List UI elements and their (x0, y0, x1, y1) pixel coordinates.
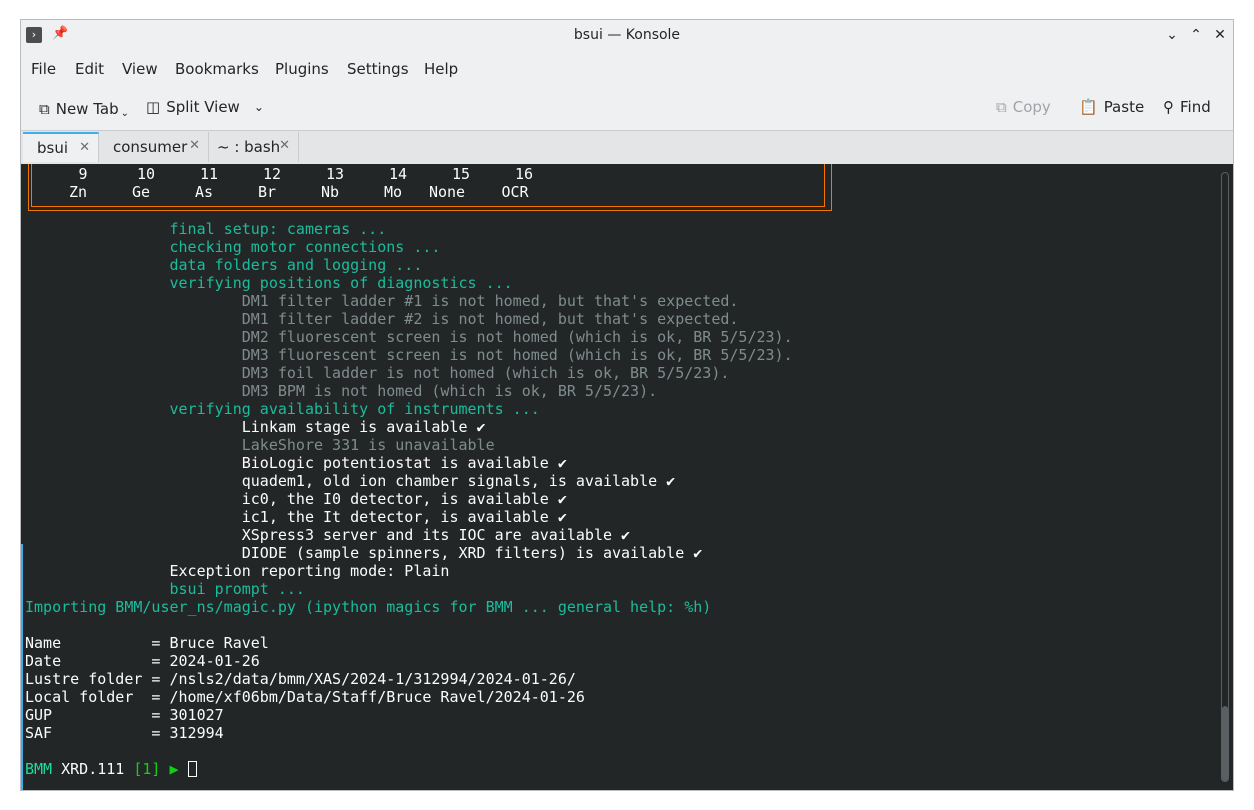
terminal-line: XSpress3 server and its IOC are availabl… (25, 526, 631, 544)
menu-edit[interactable]: Edit (75, 60, 104, 78)
terminal-line: Local folder = /home/xf06bm/Data/Staff/B… (25, 688, 585, 706)
terminal-line: Linkam stage is available ✔ (25, 418, 486, 436)
terminal-line: LakeShore 331 is unavailable (25, 436, 495, 454)
terminal-line: ic1, the It detector, is available ✔ (25, 508, 567, 526)
terminal-line: DM3 foil ladder is not homed (which is o… (25, 364, 730, 382)
tab-label: ~ : bash (217, 138, 281, 156)
paste-button[interactable]: 📋 Paste (1079, 98, 1144, 116)
split-view-label: Split View (166, 98, 240, 116)
element-symbol: None (428, 183, 466, 201)
close-tab-icon[interactable]: ✕ (79, 140, 90, 155)
scrollbar[interactable] (1221, 172, 1229, 782)
terminal-line: Date = 2024-01-26 (25, 652, 260, 670)
terminal-line: Importing BMM/user_ns/magic.py (ipython … (25, 598, 712, 616)
paste-icon: 📋 (1079, 98, 1098, 116)
tab-bar: bsui ✕ consumer ✕ ~ : bash ✕ (21, 131, 1233, 164)
window-title: bsui — Konsole (573, 27, 681, 43)
text-cursor[interactable] (187, 761, 197, 777)
element-symbol: Nb (320, 183, 340, 201)
find-button[interactable]: ⚲ Find (1163, 98, 1211, 116)
terminal-line: Lustre folder = /nsls2/data/bmm/XAS/2024… (25, 670, 576, 688)
tab-consumer[interactable]: consumer ✕ (99, 132, 209, 162)
new-tab-dropdown-icon: ⌄ (120, 108, 129, 119)
close-tab-icon[interactable]: ✕ (189, 138, 200, 153)
terminal-line: DM3 fluorescent screen is not homed (whi… (25, 346, 793, 364)
split-view-icon: ◫ (146, 98, 161, 116)
paste-label: Paste (1103, 98, 1145, 116)
find-label: Find (1180, 98, 1211, 116)
menu-help[interactable]: Help (424, 60, 458, 78)
element-symbol: Br (257, 183, 277, 201)
element-number: 15 (451, 165, 471, 183)
element-symbol: Zn (68, 183, 88, 201)
prompt-profile: BMM (25, 760, 53, 778)
terminal-line: verifying availability of instruments ..… (25, 400, 540, 418)
copy-button[interactable]: ⧉ Copy (996, 98, 1051, 116)
terminal-line: Exception reporting mode: Plain (25, 562, 450, 580)
element-number: 13 (325, 165, 345, 183)
title-bar[interactable]: › 📌 bsui — Konsole ⌄ ⌃ ✕ (21, 20, 1233, 52)
copy-icon: ⧉ (996, 98, 1007, 116)
maximize-icon[interactable]: ⌃ (1187, 26, 1205, 44)
terminal-line: verifying positions of diagnostics ... (25, 274, 513, 292)
element-number: 16 (514, 165, 534, 183)
element-number: 9 (78, 165, 88, 183)
prompt-line: BMM XRD.111 [1] ▶ (25, 760, 197, 778)
element-number: 14 (388, 165, 408, 183)
scrollbar-thumb[interactable] (1222, 706, 1228, 781)
terminal-line: SAF = 312994 (25, 724, 224, 742)
new-tab-label: New Tab (55, 99, 119, 118)
prompt-counter: [1] (133, 760, 161, 778)
terminal-line: DM1 filter ladder #2 is not homed, but t… (25, 310, 739, 328)
split-view-chevron-icon: ⌄ (253, 100, 264, 114)
minimize-icon[interactable]: ⌄ (1163, 26, 1181, 44)
terminal-view[interactable]: 9 10 11 12 13 14 15 16 Zn Ge As Br Nb Mo… (21, 164, 1233, 790)
menu-bookmarks[interactable]: Bookmarks (175, 60, 259, 78)
terminal-line: quadem1, old ion chamber signals, is ava… (25, 472, 676, 490)
terminal-output: final setup: cameras ... checking motor … (25, 220, 793, 760)
new-tab-icon: ⧉ (39, 99, 50, 118)
tab-label: consumer (113, 138, 188, 156)
selection-marker (21, 544, 23, 790)
tab-bsui[interactable]: bsui ✕ (23, 132, 99, 162)
element-number: 10 (136, 165, 156, 183)
terminal-line: checking motor connections ... (25, 238, 441, 256)
prompt-arrow-icon: ▶ (169, 760, 179, 778)
menu-settings[interactable]: Settings (347, 60, 409, 78)
terminal-line: data folders and logging ... (25, 256, 423, 274)
menu-file[interactable]: File (31, 60, 56, 78)
close-tab-icon[interactable]: ✕ (279, 138, 290, 153)
split-view-button[interactable]: ◫ Split View ⌄ (146, 98, 264, 116)
search-icon: ⚲ (1163, 98, 1174, 116)
new-tab-button[interactable]: ⧉ New Tab ⌄ (39, 98, 129, 120)
close-icon[interactable]: ✕ (1211, 26, 1229, 44)
element-number: 11 (199, 165, 219, 183)
copy-label: Copy (1012, 98, 1051, 116)
tab-label: bsui (37, 139, 69, 157)
element-number: 12 (262, 165, 282, 183)
konsole-window: › 📌 bsui — Konsole ⌄ ⌃ ✕ File Edit View … (20, 19, 1234, 791)
terminal-line: GUP = 301027 (25, 706, 224, 724)
element-symbol: OCR (501, 183, 529, 201)
prompt-name: XRD.111 (61, 760, 125, 778)
toolbar: ⧉ New Tab ⌄ ◫ Split View ⌄ ⧉ Copy 📋 Past… (21, 90, 1233, 128)
terminal-line: ic0, the I0 detector, is available ✔ (25, 490, 567, 508)
menu-view[interactable]: View (122, 60, 158, 78)
menu-plugins[interactable]: Plugins (275, 60, 329, 78)
tab-bash[interactable]: ~ : bash ✕ (209, 132, 299, 162)
terminal-line: BioLogic potentiostat is available ✔ (25, 454, 567, 472)
menu-bar: File Edit View Bookmarks Plugins Setting… (21, 52, 1233, 86)
terminal-line: DM3 BPM is not homed (which is ok, BR 5/… (25, 382, 658, 400)
element-symbol: Ge (131, 183, 151, 201)
terminal-line: bsui prompt ... (25, 580, 305, 598)
element-symbol: Mo (383, 183, 403, 201)
terminal-line: Name = Bruce Ravel (25, 634, 269, 652)
terminal-line: DM2 fluorescent screen is not homed (whi… (25, 328, 793, 346)
terminal-line: DM1 filter ladder #1 is not homed, but t… (25, 292, 739, 310)
element-symbol: As (194, 183, 214, 201)
terminal-line: final setup: cameras ... (25, 220, 387, 238)
terminal-line: DIODE (sample spinners, XRD filters) is … (25, 544, 703, 562)
